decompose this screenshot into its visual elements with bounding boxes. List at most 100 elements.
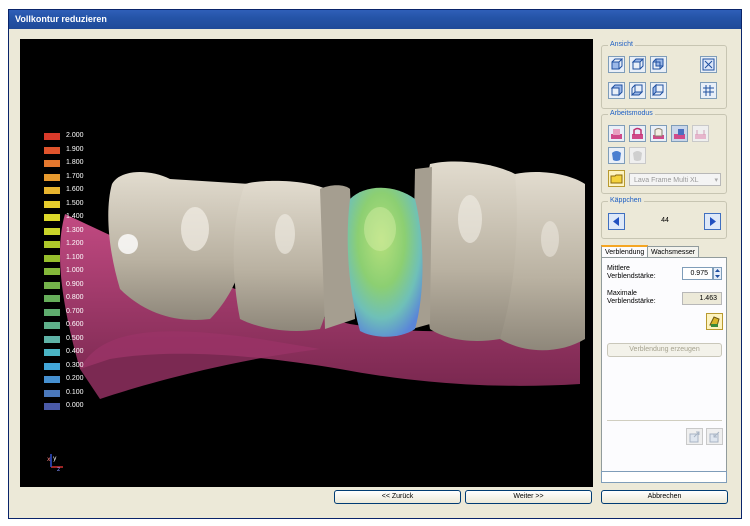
legend-swatch xyxy=(44,376,60,383)
maximale-verblendstaerke-field: 1.463 xyxy=(682,292,722,305)
legend-swatch xyxy=(44,389,60,397)
legend-label: 1.400 xyxy=(66,213,84,220)
next-button[interactable]: Weiter >> xyxy=(465,490,592,504)
legend-label: 0.500 xyxy=(66,334,84,342)
grid-button[interactable] xyxy=(700,82,717,99)
view-back-button[interactable] xyxy=(650,56,667,73)
axis-indicator-icon: y x z xyxy=(47,454,63,471)
view-top-button[interactable] xyxy=(629,56,646,73)
legend-label: 0.400 xyxy=(66,348,84,355)
legend-swatch xyxy=(44,281,60,289)
legend-item: 1.600 xyxy=(44,185,104,199)
view-right-button[interactable] xyxy=(650,82,667,99)
verblendung-erzeugen-button: Verblendung erzeugen xyxy=(607,343,722,357)
legend-item: 0.800 xyxy=(44,293,104,307)
view-left-icon xyxy=(610,84,623,97)
legend-label: 1.100 xyxy=(66,253,84,261)
3d-viewport[interactable]: 2.000 1.900 1.800 1.700 1.600 1.500 1.400 1.300… xyxy=(20,39,593,487)
fit-view-button[interactable] xyxy=(700,56,717,73)
legend-label: 0.900 xyxy=(66,280,84,288)
mode-selected-button[interactable] xyxy=(671,125,688,142)
view-top-icon xyxy=(631,58,644,70)
legend-item: 0.100 xyxy=(44,388,104,402)
maximale-value: 1.463 xyxy=(699,295,717,302)
import-icon xyxy=(709,431,720,443)
view-right-icon xyxy=(652,84,664,97)
ansicht-group: Ansicht xyxy=(601,40,727,109)
export-button xyxy=(686,428,703,445)
legend-label: 1.300 xyxy=(66,226,84,234)
legend-label: 1.900 xyxy=(66,145,84,153)
mode-coping-button[interactable] xyxy=(650,125,667,142)
legend-item: 0.300 xyxy=(44,361,104,375)
legend-swatch xyxy=(44,133,60,140)
mode-tooth-icon xyxy=(612,151,621,161)
mode-tooth-disabled-button xyxy=(629,147,646,164)
legend-item: 1.400 xyxy=(44,212,104,226)
veneer-icon xyxy=(709,316,720,327)
legend-label: 0.800 xyxy=(66,294,84,301)
panel-divider xyxy=(607,420,722,421)
kaeppchen-title: Käppchen xyxy=(608,196,644,206)
material-select-value: Lava Frame Multi XL xyxy=(634,177,699,184)
import-button xyxy=(706,428,723,445)
legend-item: 1.000 xyxy=(44,266,104,280)
legend-swatch xyxy=(44,200,60,208)
mode-reduce-button[interactable] xyxy=(608,125,625,142)
legend-swatch xyxy=(44,362,60,370)
fit-view-icon xyxy=(702,58,715,71)
grid-icon xyxy=(703,85,714,96)
cancel-button[interactable]: Abbrechen xyxy=(601,490,728,504)
legend-swatch xyxy=(44,322,60,329)
material-select: Lava Frame Multi XL ▾ xyxy=(629,173,721,186)
legend-swatch xyxy=(44,349,60,356)
legend-item: 1.900 xyxy=(44,145,104,159)
mittlere-stepper[interactable] xyxy=(713,267,722,280)
legend-swatch xyxy=(44,295,60,302)
legend-swatch xyxy=(44,254,60,262)
ansicht-title: Ansicht xyxy=(608,40,635,50)
legend-item: 2.000 xyxy=(44,131,104,145)
mode-selected-icon xyxy=(674,129,685,139)
legend-item: 1.100 xyxy=(44,253,104,267)
legend-label: 1.000 xyxy=(66,267,84,274)
previous-coping-button[interactable] xyxy=(608,213,625,230)
view-left-button[interactable] xyxy=(608,82,625,99)
next-coping-button[interactable] xyxy=(704,213,721,230)
arrow-left-icon xyxy=(613,217,619,226)
legend-swatch xyxy=(44,187,60,194)
back-button[interactable]: << Zurück xyxy=(334,490,461,504)
mittlere-label-line2: Verblendstärke: xyxy=(607,273,656,280)
mode-tooth-button[interactable] xyxy=(608,147,625,164)
axis-x-label: x xyxy=(47,456,51,463)
legend-item: 1.800 xyxy=(44,158,104,172)
legend-label: 0.300 xyxy=(66,361,84,369)
mittlere-verblendstaerke-input[interactable]: 0.975 xyxy=(682,267,713,280)
legend-item: 0.200 xyxy=(44,374,104,388)
legend-item: 1.300 xyxy=(44,226,104,240)
view-bottom-button[interactable] xyxy=(629,82,646,99)
legend-item: 1.500 xyxy=(44,199,104,213)
legend-swatch xyxy=(44,227,60,235)
view-front-icon xyxy=(611,58,623,70)
legend-label: 0.200 xyxy=(66,375,84,382)
chevron-down-icon: ▾ xyxy=(714,177,718,184)
view-front-button[interactable] xyxy=(608,56,625,73)
material-folder-button[interactable] xyxy=(608,170,625,187)
legend-label: 0.000 xyxy=(66,402,84,409)
status-field xyxy=(601,471,727,483)
legend-swatch xyxy=(44,268,60,275)
arbeitsmodus-group: Arbeitsmodus Lava Frame Multi XL ▾ xyxy=(601,109,727,194)
maximale-label-line2: Verblendstärke: xyxy=(607,298,656,305)
mode-cutback-button[interactable] xyxy=(629,125,646,142)
window-title: Vollkontur reduzieren xyxy=(9,10,741,29)
mode-tooth-disabled-icon xyxy=(633,151,642,161)
legend-swatch xyxy=(44,308,60,316)
verblendung-apply-button[interactable] xyxy=(706,313,723,330)
legend-swatch xyxy=(44,214,60,221)
mittlere-value: 0.975 xyxy=(690,270,708,277)
arrow-right-icon xyxy=(710,217,716,226)
mode-disabled-button xyxy=(692,125,709,142)
legend-label: 1.200 xyxy=(66,240,84,247)
mittlere-label-line1: Mittlere xyxy=(607,265,630,272)
